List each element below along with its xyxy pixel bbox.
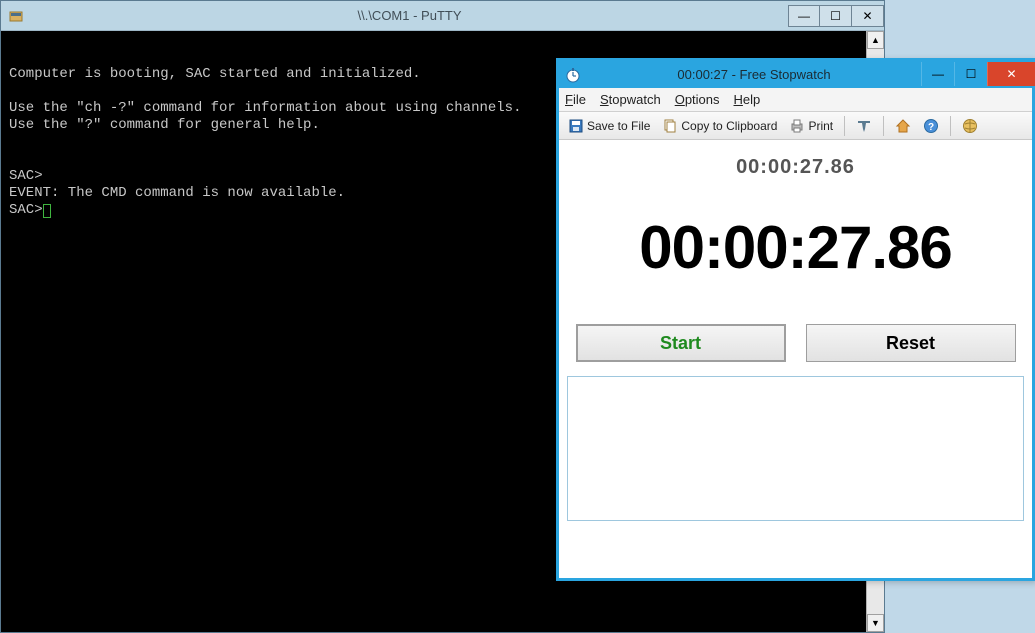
stopwatch-buttons: Start Reset	[559, 324, 1032, 376]
toolbar-separator	[883, 116, 884, 136]
scroll-up-button[interactable]: ▲	[867, 31, 884, 49]
stopwatch-window-controls: — ☐ ✕	[921, 62, 1035, 84]
stopwatch-titlebar[interactable]: 00:00:27 - Free Stopwatch — ☐ ✕	[559, 61, 1032, 88]
print-icon	[789, 118, 805, 134]
minimize-button[interactable]: —	[788, 5, 820, 27]
minimize-button[interactable]: —	[921, 62, 954, 86]
chevron-down-icon: ▼	[871, 618, 880, 628]
menu-options-rest: ptions	[685, 92, 720, 107]
stopwatch-title: 00:00:27 - Free Stopwatch	[587, 67, 921, 82]
maximize-button[interactable]: ☐	[954, 62, 987, 86]
maximize-icon: ☐	[830, 9, 841, 23]
putty-title: \\.\COM1 - PuTTY	[31, 8, 788, 23]
toolbar-copy-label: Copy to Clipboard	[681, 119, 777, 133]
toolbar-world[interactable]	[959, 116, 981, 136]
chevron-up-icon: ▲	[871, 35, 880, 45]
scroll-down-button[interactable]: ▼	[867, 614, 884, 632]
copy-icon	[662, 118, 678, 134]
globe-icon	[962, 118, 978, 134]
putty-titlebar[interactable]: \\.\COM1 - PuTTY — ☐ ✕	[1, 1, 884, 31]
menu-stopwatch[interactable]: Stopwatch	[600, 92, 661, 107]
reset-button[interactable]: Reset	[806, 324, 1016, 362]
toolbar-copy[interactable]: Copy to Clipboard	[659, 116, 780, 136]
menu-options[interactable]: Options	[675, 92, 720, 107]
menu-file[interactable]: File	[565, 92, 586, 107]
pin-icon	[856, 118, 872, 134]
help-icon: ?	[923, 118, 939, 134]
stopwatch-app-icon	[559, 61, 587, 88]
toolbar-print[interactable]: Print	[786, 116, 836, 136]
menu-help-rest: elp	[743, 92, 760, 107]
toolbar-separator	[950, 116, 951, 136]
menu-stopwatch-rest: topwatch	[609, 92, 661, 107]
svg-text:?: ?	[928, 122, 934, 133]
big-time-display: 00:00:27.86	[559, 179, 1032, 324]
toolbar-always-on-top[interactable]	[853, 116, 875, 136]
toolbar-home[interactable]	[892, 116, 914, 136]
toolbar-save-label: Save to File	[587, 119, 650, 133]
toolbar-separator	[844, 116, 845, 136]
menu-help[interactable]: Help	[734, 92, 761, 107]
save-icon	[568, 118, 584, 134]
putty-window-controls: — ☐ ✕	[788, 5, 884, 27]
close-icon: ✕	[862, 9, 872, 23]
close-button[interactable]: ✕	[852, 5, 884, 27]
close-icon: ✕	[1006, 67, 1016, 81]
minimize-icon: —	[932, 67, 944, 81]
start-button[interactable]: Start	[576, 324, 786, 362]
home-icon	[895, 118, 911, 134]
toolbar: Save to File Copy to Clipboard Print	[559, 112, 1032, 140]
toolbar-save[interactable]: Save to File	[565, 116, 653, 136]
lap-log[interactable]	[567, 376, 1024, 521]
putty-app-icon	[1, 1, 31, 30]
close-button[interactable]: ✕	[987, 62, 1035, 86]
maximize-icon: ☐	[966, 67, 977, 81]
toolbar-print-label: Print	[808, 119, 833, 133]
menu-bar: File Stopwatch Options Help	[559, 88, 1032, 112]
maximize-button[interactable]: ☐	[820, 5, 852, 27]
toolbar-help[interactable]: ?	[920, 116, 942, 136]
menu-file-rest: ile	[573, 92, 586, 107]
stopwatch-window: 00:00:27 - Free Stopwatch — ☐ ✕ File Sto…	[556, 58, 1035, 581]
small-time-display: 00:00:27.86	[559, 140, 1032, 179]
minimize-icon: —	[798, 9, 810, 23]
